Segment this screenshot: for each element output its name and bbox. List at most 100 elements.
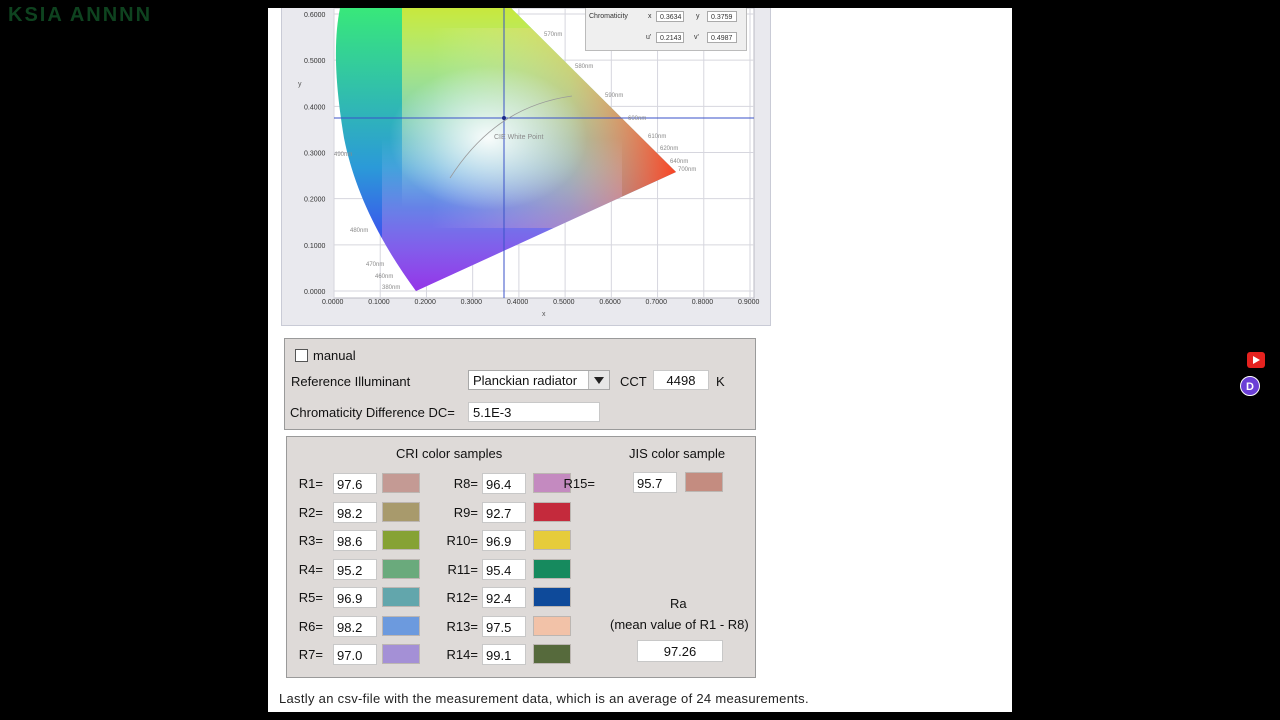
cri-sample-swatch (533, 644, 571, 664)
cri-sample-value[interactable]: 96.9 (482, 530, 526, 551)
cct-field[interactable]: 4498 (653, 370, 709, 390)
manual-checkbox[interactable] (295, 349, 308, 362)
color-samples-panel: CRI color samples JIS color sample R1= 97… (286, 436, 756, 678)
wl-label: 640nm (670, 159, 688, 165)
d-avatar-icon[interactable]: D (1240, 376, 1260, 396)
cri-sample-label: R4= (298, 561, 323, 577)
wl-label: 480nm (350, 228, 368, 234)
y-tick-label: 0.1000 (304, 243, 326, 250)
cri-sample-value[interactable]: 97.5 (482, 615, 526, 637)
cri-sample-label: R6= (298, 618, 323, 634)
x-tick-label: 0.6000 (599, 299, 621, 306)
wl-label: 380nm (382, 285, 400, 291)
white-point-label: CIE White Point (494, 134, 543, 141)
cct-unit: K (716, 374, 725, 389)
x-tick-label: 0.2000 (414, 299, 436, 306)
y-tick-label: 0.6000 (304, 12, 326, 19)
x-tick-label: 0.0000 (322, 299, 344, 306)
cri-sample-label: R5= (298, 590, 323, 605)
illuminant-panel: manual Reference Illuminant Planckian ra… (284, 338, 756, 430)
x-axis-ticks: 0.0000 0.1000 0.2000 0.3000 0.4000 0.5000 0.60… (322, 299, 760, 306)
cri-sample-value[interactable]: 98.2 (333, 615, 377, 637)
cri-sample-label: R11= (447, 561, 478, 577)
cri-sample-swatch (382, 530, 420, 550)
chromaticity-difference-field[interactable]: 5.1E-3 (468, 402, 600, 422)
corner-overlay-text: KSIA ANNNN (8, 4, 153, 26)
cri-sample-value[interactable]: 99.1 (482, 644, 526, 665)
chromaticity-plot: CIE White Point 570nm 580nm 590nm 600nm … (298, 8, 760, 318)
cri-sample-label: R1= (298, 476, 323, 491)
page-caption: Lastly an csv-file with the measurement … (279, 691, 809, 706)
readout-u-value: 0.2143 (656, 32, 684, 43)
readout-v-label: v' (694, 34, 699, 41)
youtube-icon[interactable] (1247, 352, 1265, 368)
wl-label: 590nm (605, 93, 623, 99)
cri-sample-swatch (382, 501, 420, 522)
chromaticity-diagram: CIE White Point 570nm 580nm 590nm 600nm … (281, 8, 771, 326)
cri-sample-swatch (533, 501, 571, 522)
chromaticity-readout: Chromaticity x 0.3634 y 0.3759 u' 0.2143… (585, 8, 747, 51)
chevron-down-icon[interactable] (588, 371, 609, 389)
cri-sample-value[interactable]: 92.4 (482, 587, 526, 608)
cct-label: CCT (620, 374, 647, 389)
r15-value[interactable]: 95.7 (633, 472, 677, 493)
readout-y-value: 0.3759 (707, 11, 737, 22)
wl-label: 620nm (660, 146, 678, 152)
ra-value[interactable]: 97.26 (637, 640, 723, 662)
ra-description: (mean value of R1 - R8) (610, 617, 749, 632)
x-tick-label: 0.4000 (507, 299, 529, 306)
cri-sample-swatch (533, 558, 571, 579)
ra-label: Ra (670, 596, 687, 611)
cri-sample-value[interactable]: 92.7 (482, 501, 526, 523)
y-tick-label: 0.4000 (304, 104, 326, 111)
cri-samples-heading: CRI color samples (396, 446, 503, 461)
cri-sample-value[interactable]: 97.0 (333, 644, 377, 665)
y-axis-ticks: 0.6000 0.5000 0.4000 0.3000 0.2000 0.1000 0.00… (304, 12, 326, 296)
readout-x-label: x (648, 13, 652, 20)
y-axis-label: y (298, 81, 302, 88)
cri-sample-value[interactable]: 98.2 (333, 501, 377, 523)
cri-sample-label: R12= (446, 590, 478, 605)
wl-label: 600nm (628, 116, 646, 122)
y-tick-label: 0.2000 (304, 197, 326, 204)
cri-sample-value[interactable]: 96.9 (333, 587, 377, 608)
cri-sample-swatch (533, 587, 571, 607)
jis-sample-heading: JIS color sample (629, 446, 726, 461)
x-tick-label: 0.1000 (368, 299, 390, 306)
cri-sample-swatch (533, 615, 571, 636)
cri-sample-swatch (382, 558, 420, 579)
cri-sample-label: R9= (453, 504, 478, 520)
wl-label: 490nm (334, 152, 352, 158)
readout-v-value: 0.4987 (707, 32, 737, 43)
x-tick-label: 0.8000 (692, 299, 714, 306)
cri-sample-swatch (382, 644, 420, 664)
readout-u-label: u' (646, 34, 652, 41)
cri-sample-label: R10= (446, 533, 478, 548)
x-tick-label: 0.9000 (738, 299, 760, 306)
chromaticity-difference-label: Chromaticity Difference DC= (290, 405, 455, 420)
reference-illuminant-value: Planckian radiator (473, 373, 578, 388)
wl-label: 700nm (678, 167, 696, 173)
cri-sample-value[interactable]: 95.4 (482, 558, 526, 580)
cri-sample-swatch (533, 530, 571, 550)
reference-illuminant-label: Reference Illuminant (291, 374, 411, 389)
cri-sample-swatch (382, 615, 420, 636)
cri-sample-label: R2= (298, 504, 323, 520)
white-point-marker (502, 116, 506, 120)
reference-illuminant-select[interactable]: Planckian radiator (468, 370, 610, 390)
cri-sample-value[interactable]: 97.6 (333, 473, 377, 494)
x-tick-label: 0.7000 (646, 299, 668, 306)
wl-label: 460nm (375, 274, 393, 280)
manual-label: manual (313, 348, 356, 363)
cri-sample-label: R14= (446, 647, 478, 662)
y-tick-label: 0.3000 (304, 151, 326, 158)
y-tick-label: 0.0000 (304, 289, 326, 296)
x-axis-label: x (542, 311, 546, 318)
cri-sample-value[interactable]: 95.2 (333, 558, 377, 580)
r15-label: R15= (563, 476, 595, 491)
wl-label: 470nm (366, 262, 384, 268)
wl-label: 580nm (575, 64, 593, 70)
cri-sample-value[interactable]: 98.6 (333, 530, 377, 551)
cri-sample-value[interactable]: 96.4 (482, 473, 526, 494)
wl-label: 570nm (544, 32, 562, 38)
